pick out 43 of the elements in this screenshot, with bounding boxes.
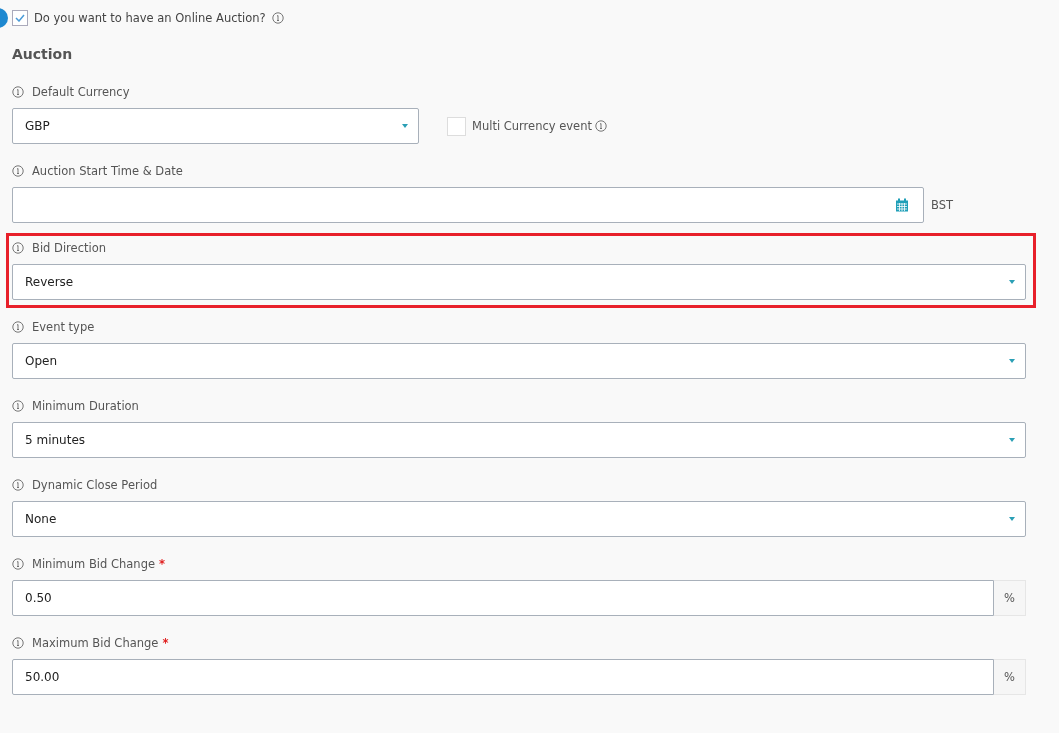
info-icon[interactable] (12, 165, 24, 177)
info-icon[interactable] (12, 479, 24, 491)
dropdown[interactable]: Reverse (12, 264, 1026, 300)
caret-icon (402, 124, 408, 128)
checkbox-label: Do you want to have an Online Auction? (34, 11, 266, 25)
field-label: Dynamic Close Period (32, 478, 158, 492)
field-label: Auction Start Time & Date (32, 164, 183, 178)
required-asterisk: * (159, 557, 166, 571)
dropdown[interactable]: GBP (12, 108, 419, 144)
dropdown[interactable]: None (12, 501, 1026, 537)
caret-icon (1009, 517, 1015, 521)
checkmark-icon (15, 14, 25, 22)
number-input-field[interactable]: 0.50 (12, 580, 994, 616)
info-icon[interactable] (12, 400, 24, 412)
timezone-label: BST (931, 198, 953, 212)
field-label: Minimum Duration (32, 399, 139, 413)
info-icon[interactable] (12, 558, 24, 570)
percent-addon: % (994, 580, 1026, 616)
date-input-field[interactable] (12, 187, 924, 223)
field-label: Maximum Bid Change (32, 636, 159, 650)
field-label: Event type (32, 320, 95, 334)
info-icon[interactable] (12, 637, 24, 649)
required-asterisk: * (162, 636, 169, 650)
caret-icon (1009, 359, 1015, 363)
calendar-icon[interactable] (895, 198, 909, 212)
percent-addon: % (994, 659, 1026, 695)
info-icon[interactable] (12, 321, 24, 333)
checkbox[interactable] (12, 10, 28, 26)
dropdown[interactable]: 5 minutes (12, 422, 1026, 458)
field-label: Default Currency (32, 85, 130, 99)
dropdown[interactable]: Open (12, 343, 1026, 379)
section-title: Auction (12, 46, 74, 62)
checkbox[interactable] (447, 116, 466, 136)
field-label: Minimum Bid Change (32, 557, 156, 571)
checkbox-label: Multi Currency event (472, 119, 592, 133)
field-label: Bid Direction (32, 241, 106, 255)
caret-icon (1009, 438, 1015, 442)
caret-icon (1009, 280, 1015, 284)
info-icon[interactable] (271, 12, 284, 24)
info-icon[interactable] (12, 242, 24, 254)
info-icon[interactable] (12, 86, 24, 98)
number-input-field[interactable]: 50.00 (12, 659, 994, 695)
info-icon[interactable] (595, 120, 607, 132)
